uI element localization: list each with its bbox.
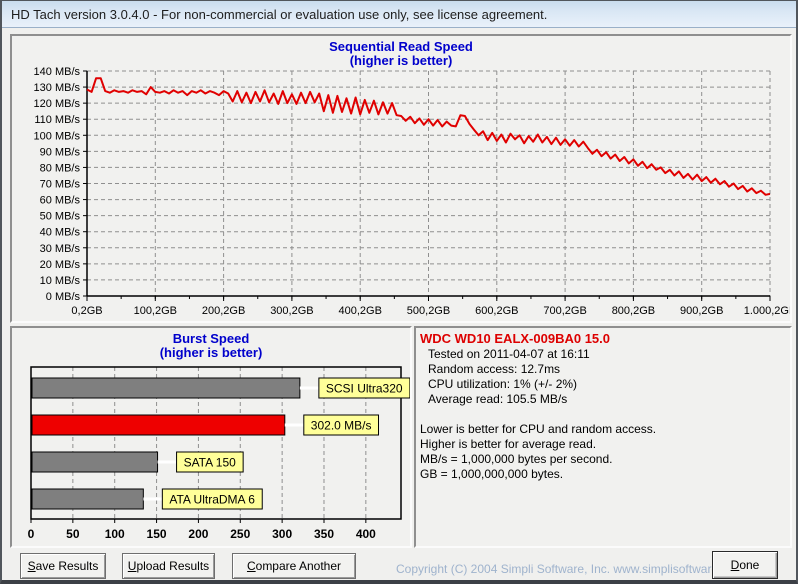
note-mbs-definition: MB/s = 1,000,000 bytes per second.	[420, 452, 786, 467]
svg-text:30 MB/s: 30 MB/s	[40, 243, 81, 255]
svg-text:0 MB/s: 0 MB/s	[46, 291, 81, 303]
burst-speed-chart: 0 50 100 150 200 250 300 350 400 SCSI Ultra320 302…	[12, 328, 410, 546]
svg-text:40 MB/s: 40 MB/s	[40, 227, 81, 239]
compare-another-drive-button[interactable]: Compare Another Drive	[232, 553, 356, 579]
tested-on-line: Tested on 2011-04-07 at 16:11	[420, 347, 786, 362]
average-read-line: Average read: 105.5 MB/s	[420, 392, 786, 407]
note-gb-definition: GB = 1,000,000,000 bytes.	[420, 467, 786, 482]
svg-text:110 MB/s: 110 MB/s	[34, 114, 80, 126]
svg-text:400,2GB: 400,2GB	[338, 305, 381, 317]
svg-text:ATA UltraDMA 6: ATA UltraDMA 6	[169, 493, 255, 507]
svg-text:80 MB/s: 80 MB/s	[40, 162, 81, 174]
svg-text:300: 300	[272, 527, 292, 541]
svg-text:100 MB/s: 100 MB/s	[34, 130, 81, 142]
svg-text:0,2GB: 0,2GB	[71, 305, 102, 317]
svg-text:400: 400	[356, 527, 376, 541]
window-title: HD Tach version 3.0.4.0 - For non-commer…	[11, 7, 547, 22]
svg-text:70 MB/s: 70 MB/s	[40, 179, 81, 191]
svg-text:50 MB/s: 50 MB/s	[40, 211, 81, 223]
svg-text:100,2GB: 100,2GB	[134, 305, 177, 317]
svg-text:600,2GB: 600,2GB	[475, 305, 518, 317]
sequential-chart-title: Sequential Read Speed	[12, 40, 790, 54]
svg-text:60 MB/s: 60 MB/s	[40, 195, 81, 207]
drive-info-panel: WDC WD10 EALX-009BA0 15.0 Tested on 2011…	[414, 326, 792, 548]
burst-speed-panel: Burst Speed (higher is better) 0 50 100 150…	[10, 326, 412, 548]
burst-chart-subtitle: (higher is better)	[12, 346, 410, 360]
svg-text:302.0 MB/s: 302.0 MB/s	[311, 419, 372, 433]
svg-text:300,2GB: 300,2GB	[270, 305, 313, 317]
done-button[interactable]: Done	[712, 551, 778, 579]
upload-results-button[interactable]: Upload Results	[122, 553, 215, 579]
note-higher-better: Higher is better for average read.	[420, 437, 786, 452]
svg-text:800,2GB: 800,2GB	[612, 305, 655, 317]
copyright-text: Copyright (C) 2004 Simpli Software, Inc.…	[396, 562, 744, 576]
svg-text:150: 150	[147, 527, 167, 541]
svg-text:700,2GB: 700,2GB	[543, 305, 586, 317]
svg-text:250: 250	[230, 527, 250, 541]
svg-text:100: 100	[105, 527, 125, 541]
burst-chart-title: Burst Speed	[12, 332, 410, 346]
random-access-line: Random access: 12.7ms	[420, 362, 786, 377]
svg-text:350: 350	[314, 527, 334, 541]
svg-text:90 MB/s: 90 MB/s	[40, 146, 81, 158]
sequential-read-chart: 0,2GB 100,2GB 200,2GB 300,2GB 400,2GB 500,2GB…	[12, 36, 790, 321]
burst-chart-header: Burst Speed (higher is better)	[12, 332, 410, 360]
legend-notes: Lower is better for CPU and random acces…	[420, 422, 786, 482]
sequential-chart-header: Sequential Read Speed (higher is better)	[12, 40, 790, 68]
svg-text:200: 200	[188, 527, 208, 541]
svg-text:130 MB/s: 130 MB/s	[34, 82, 81, 94]
svg-text:20 MB/s: 20 MB/s	[40, 259, 81, 271]
save-results-button[interactable]: Save Results	[20, 553, 106, 579]
svg-text:1.000,2GB: 1.000,2GB	[744, 305, 790, 317]
sequential-chart-subtitle: (higher is better)	[12, 54, 790, 68]
note-lower-better: Lower is better for CPU and random acces…	[420, 422, 786, 437]
hdtach-window: HD Tach version 3.0.4.0 - For non-commer…	[0, 0, 798, 584]
svg-text:120 MB/s: 120 MB/s	[34, 98, 81, 110]
svg-text:SCSI Ultra320: SCSI Ultra320	[326, 382, 403, 396]
svg-text:50: 50	[66, 527, 80, 541]
drive-name: WDC WD10 EALX-009BA0 15.0	[420, 331, 786, 347]
svg-text:SATA 150: SATA 150	[184, 456, 237, 470]
svg-text:10 MB/s: 10 MB/s	[40, 275, 81, 287]
svg-text:0: 0	[28, 527, 35, 541]
cpu-utilization-line: CPU utilization: 1% (+/- 2%)	[420, 377, 786, 392]
svg-text:200,2GB: 200,2GB	[202, 305, 245, 317]
svg-text:900,2GB: 900,2GB	[680, 305, 723, 317]
sequential-read-panel: Sequential Read Speed (higher is better)…	[10, 34, 792, 323]
svg-text:500,2GB: 500,2GB	[407, 305, 450, 317]
window-title-bar[interactable]: HD Tach version 3.0.4.0 - For non-commer…	[2, 1, 796, 28]
